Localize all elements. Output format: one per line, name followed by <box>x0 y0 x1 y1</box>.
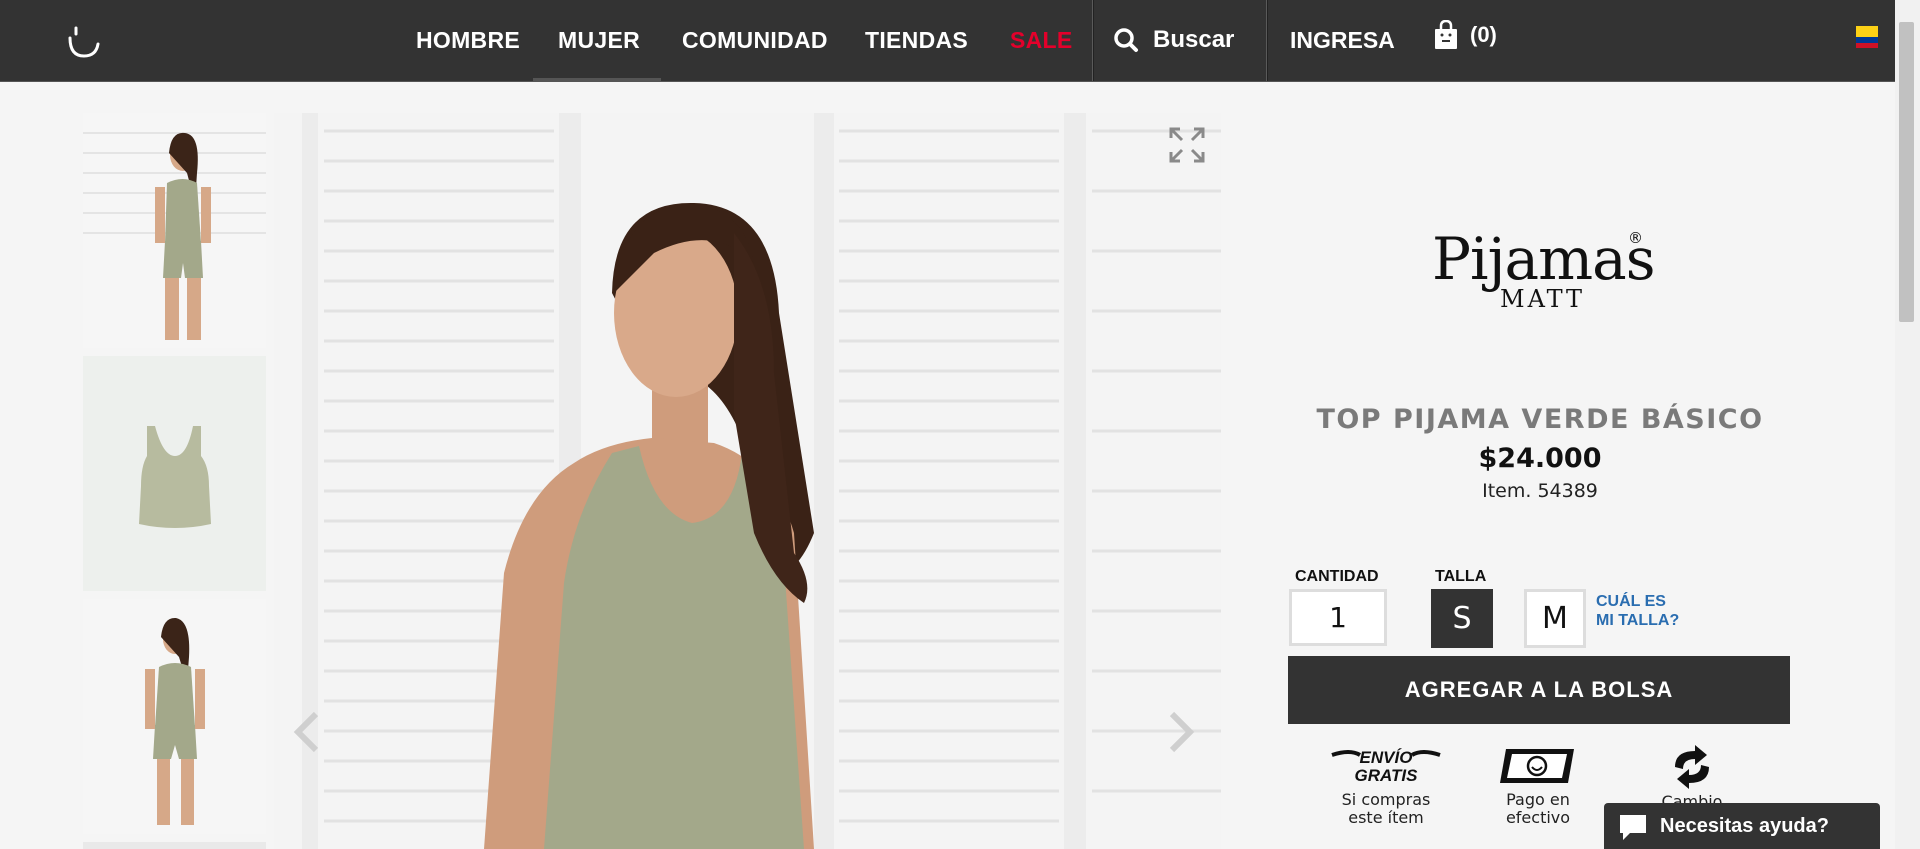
product-title: TOP PIJAMA VERDE BÁSICO <box>1316 404 1764 435</box>
exchange-arrows-icon <box>1675 745 1709 789</box>
cash-payment-benefit: Pago en efectivo <box>1453 745 1623 827</box>
nav-item-sale[interactable]: SALE <box>1010 27 1073 54</box>
envio-text-1: ENVÍO <box>1360 748 1413 767</box>
exchange-benefit: Cambio <box>1607 745 1777 811</box>
size-guide-line2: MI TALLA? <box>1596 612 1680 629</box>
model-front-photo <box>83 113 266 348</box>
benefit-caption-2a: Pago en <box>1506 790 1570 809</box>
nav-item-comunidad[interactable]: COMUNIDAD <box>682 27 828 54</box>
smile-logo-icon[interactable] <box>64 22 104 62</box>
size-guide-link[interactable]: CUÁL ES MI TALLA? <box>1596 592 1679 630</box>
size-option-m[interactable]: M <box>1524 589 1586 648</box>
previous-image-arrow-icon[interactable] <box>292 710 322 754</box>
brand-logo-sub: MATT <box>1500 285 1586 313</box>
top-flatlay-photo <box>83 356 266 591</box>
shopping-bag-icon <box>1435 20 1457 49</box>
brand-logo-name: Pijamas <box>1432 225 1655 293</box>
product-thumbnail-2[interactable] <box>83 356 266 591</box>
add-to-bag-button[interactable]: AGREGAR A LA BOLSA <box>1288 656 1790 724</box>
search-icon <box>1114 28 1138 52</box>
nav-item-hombre[interactable]: HOMBRE <box>416 27 520 54</box>
benefit-caption-1b: este ítem <box>1348 808 1424 827</box>
search-label: Buscar <box>1153 26 1235 53</box>
size-option-s[interactable]: S <box>1431 589 1493 648</box>
size-guide-line1: CUÁL ES <box>1596 593 1666 610</box>
benefit-caption-1a: Si compras <box>1341 790 1431 809</box>
colombia-flag-icon[interactable] <box>1856 26 1878 48</box>
envio-text-2: GRATIS <box>1355 766 1419 785</box>
chat-bubble-icon <box>1620 815 1646 840</box>
main-product-image[interactable] <box>274 113 1221 849</box>
product-item-number: Item. 54389 <box>1482 480 1598 502</box>
cart-count: (0) <box>1470 22 1497 47</box>
brand-logo: Pijamas ® MATT <box>1420 225 1680 315</box>
page-scrollbar[interactable] <box>1895 0 1920 849</box>
free-shipping-benefit: ENVÍO GRATIS Si compras este ítem <box>1301 745 1471 827</box>
product-thumbnail-1[interactable] <box>83 113 266 348</box>
cart-button[interactable]: (0) <box>1434 20 1497 50</box>
quantity-input[interactable]: 1 <box>1289 589 1387 646</box>
nav-item-tiendas[interactable]: TIENDAS <box>865 27 968 54</box>
fullscreen-expand-icon[interactable] <box>1168 126 1206 164</box>
envio-gratis-icon: ENVÍO GRATIS <box>1331 748 1441 785</box>
login-link[interactable]: INGRESA <box>1290 27 1395 54</box>
benefit-caption-2b: efectivo <box>1505 808 1571 827</box>
product-price: $24.000 <box>1478 443 1602 474</box>
scrollbar-thumb[interactable] <box>1899 22 1914 322</box>
search-button[interactable]: Buscar <box>1113 23 1234 57</box>
next-image-arrow-icon[interactable] <box>1166 710 1196 754</box>
model-pose-photo <box>83 599 266 834</box>
help-chat-label: Necesitas ayuda? <box>1660 814 1829 837</box>
nav-divider <box>1266 0 1268 81</box>
cash-payment-icon <box>1500 749 1574 783</box>
product-thumbnail-3[interactable] <box>83 599 266 834</box>
model-wearing-top-photo <box>274 113 1221 849</box>
top-navigation-bar: HOMBRE MUJER COMUNIDAD TIENDAS SALE Busc… <box>0 0 1895 82</box>
nav-active-underline <box>533 78 661 81</box>
nav-divider <box>1092 0 1094 81</box>
brand-logo-mark: ® <box>1628 229 1643 247</box>
quantity-label: CANTIDAD <box>1295 568 1379 585</box>
product-thumbnail-4[interactable] <box>83 842 266 849</box>
help-chat-button[interactable]: Necesitas ayuda? <box>1604 803 1880 849</box>
nav-item-mujer[interactable]: MUJER <box>558 27 640 54</box>
size-label: TALLA <box>1435 568 1487 585</box>
